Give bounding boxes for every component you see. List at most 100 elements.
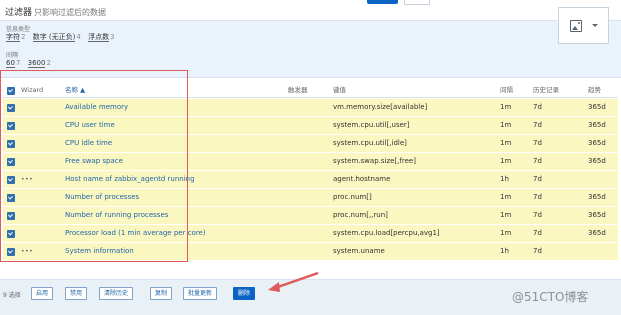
filter-interval-3600[interactable]: 3600 — [27, 59, 46, 68]
interval-filters: 607 36002 — [6, 59, 56, 68]
filter-float-count: 3 — [110, 33, 115, 41]
item-trends: 365d — [588, 121, 606, 129]
image-dropdown[interactable] — [558, 7, 609, 44]
filter-interval-60[interactable]: 60 — [6, 59, 15, 68]
watermark: @51CTO博客 — [512, 290, 589, 304]
wizard-dots-icon[interactable]: ••• — [21, 171, 33, 188]
item-trends: 365d — [588, 229, 606, 237]
item-interval: 1h — [500, 247, 509, 255]
table-header: Wizard 名称 ▲ 触发器 键值 间隔 历史记录 趋势 — [3, 84, 618, 98]
column-key[interactable]: 键值 — [333, 84, 346, 97]
filter-numeric-unsigned-count: 4 — [76, 33, 81, 41]
item-key: proc.num[,,run] — [333, 211, 388, 219]
column-triggers[interactable]: 触发器 — [288, 84, 308, 97]
filter-char-count: 2 — [21, 33, 26, 41]
item-interval: 1m — [500, 139, 512, 147]
filter-title[interactable]: 过滤器 只影响过滤后的数据 — [5, 5, 106, 18]
filter-numeric-unsigned[interactable]: 数字 (无正负) — [32, 33, 76, 42]
row-checkbox[interactable] — [7, 212, 15, 220]
filter-subtitle: 只影响过滤后的数据 — [34, 8, 107, 17]
mass-update-button[interactable]: 批量更新 — [183, 287, 218, 300]
clear-history-button[interactable]: 清除历史 — [99, 287, 134, 300]
enable-button[interactable]: 启用 — [31, 287, 54, 300]
filter-float[interactable]: 浮点数 — [88, 33, 110, 42]
item-history: 7d — [533, 193, 542, 201]
selected-count: 9 选择 — [3, 292, 21, 299]
item-history: 7d — [533, 121, 542, 129]
item-trends: 365d — [588, 157, 606, 165]
row-checkbox[interactable] — [7, 176, 15, 184]
column-wizard: Wizard — [21, 86, 44, 94]
item-key: agent.hostname — [333, 175, 391, 183]
table-row: Available memory vm.memory.size[availabl… — [3, 99, 618, 117]
select-all-checkbox[interactable] — [7, 87, 15, 95]
table-row: CPU user time system.cpu.util[,user] 1m … — [3, 117, 618, 135]
item-name-link[interactable]: System information — [65, 243, 134, 260]
item-name-link[interactable]: Host name of zabbix_agentd running — [65, 171, 195, 188]
filter-interval-3600-count: 2 — [46, 59, 51, 67]
table-row: ••• System information system.uname 1h 7… — [3, 243, 618, 261]
item-key: vm.memory.size[available] — [333, 103, 428, 111]
item-trends: 365d — [588, 103, 606, 111]
item-key: system.cpu.load[percpu,avg1] — [333, 229, 440, 237]
item-name-link[interactable]: Free swap space — [65, 153, 123, 170]
item-trends: 365d — [588, 211, 606, 219]
item-key: system.swap.size[,free] — [333, 157, 416, 165]
item-key: system.uname — [333, 247, 385, 255]
chevron-down-icon — [592, 24, 598, 27]
item-interval: 1m — [500, 193, 512, 201]
item-name-link[interactable]: Number of processes — [65, 189, 139, 206]
row-checkbox[interactable] — [7, 122, 15, 130]
top-primary-button[interactable] — [367, 0, 398, 4]
item-interval: 1m — [500, 103, 512, 111]
item-trends: 365d — [588, 139, 606, 147]
item-name-link[interactable]: CPU idle time — [65, 135, 112, 152]
filter-char[interactable]: 字符 — [6, 33, 20, 42]
item-name-link[interactable]: CPU user time — [65, 117, 115, 134]
info-type-filters: 字符2 数字 (无正负)4 浮点数3 — [6, 32, 120, 42]
top-secondary-button[interactable] — [404, 0, 430, 5]
item-name-link[interactable]: Available memory — [65, 99, 128, 116]
row-checkbox[interactable] — [7, 104, 15, 112]
item-trends: 365d — [588, 193, 606, 201]
interval-label: 间隔 — [6, 52, 19, 59]
item-history: 7d — [533, 229, 542, 237]
image-icon — [570, 20, 582, 32]
item-name-link[interactable]: Number of running processes — [65, 207, 168, 224]
item-key: system.cpu.util[,idle] — [333, 139, 407, 147]
item-interval: 1m — [500, 121, 512, 129]
disable-button[interactable]: 禁用 — [65, 287, 88, 300]
wizard-dots-icon[interactable]: ••• — [21, 243, 33, 260]
column-name[interactable]: 名称 ▲ — [65, 84, 85, 97]
item-history: 7d — [533, 139, 542, 147]
item-key: system.cpu.util[,user] — [333, 121, 410, 129]
filter-panel: 信息类型 字符2 数字 (无正负)4 浮点数3 间隔 607 36002 — [0, 20, 621, 78]
table-row: ••• Host name of zabbix_agentd running a… — [3, 171, 618, 189]
row-checkbox[interactable] — [7, 248, 15, 256]
item-history: 7d — [533, 211, 542, 219]
table-row: Number of running processes proc.num[,,r… — [3, 207, 618, 225]
item-name-link[interactable]: Processor load (1 min average per core) — [65, 225, 206, 242]
row-checkbox[interactable] — [7, 230, 15, 238]
item-interval: 1h — [500, 175, 509, 183]
filter-title-label[interactable]: 过滤器 — [5, 8, 32, 18]
item-interval: 1m — [500, 211, 512, 219]
table-row: Processor load (1 min average per core) … — [3, 225, 618, 243]
table-row: CPU idle time system.cpu.util[,idle] 1m … — [3, 135, 618, 153]
column-interval[interactable]: 间隔 — [500, 84, 513, 97]
column-history[interactable]: 历史记录 — [533, 84, 559, 97]
table-row: Number of processes proc.num[] 1m 7d 365… — [3, 189, 618, 207]
item-interval: 1m — [500, 229, 512, 237]
item-interval: 1m — [500, 157, 512, 165]
row-checkbox[interactable] — [7, 158, 15, 166]
row-checkbox[interactable] — [7, 194, 15, 202]
row-checkbox[interactable] — [7, 140, 15, 148]
table-row: Free swap space system.swap.size[,free] … — [3, 153, 618, 171]
filter-interval-60-count: 7 — [15, 59, 21, 67]
copy-button[interactable]: 复制 — [150, 287, 173, 300]
item-history: 7d — [533, 175, 542, 183]
delete-button[interactable]: 删除 — [233, 287, 256, 300]
item-history: 7d — [533, 247, 542, 255]
item-history: 7d — [533, 103, 542, 111]
column-trends[interactable]: 趋势 — [588, 84, 601, 97]
